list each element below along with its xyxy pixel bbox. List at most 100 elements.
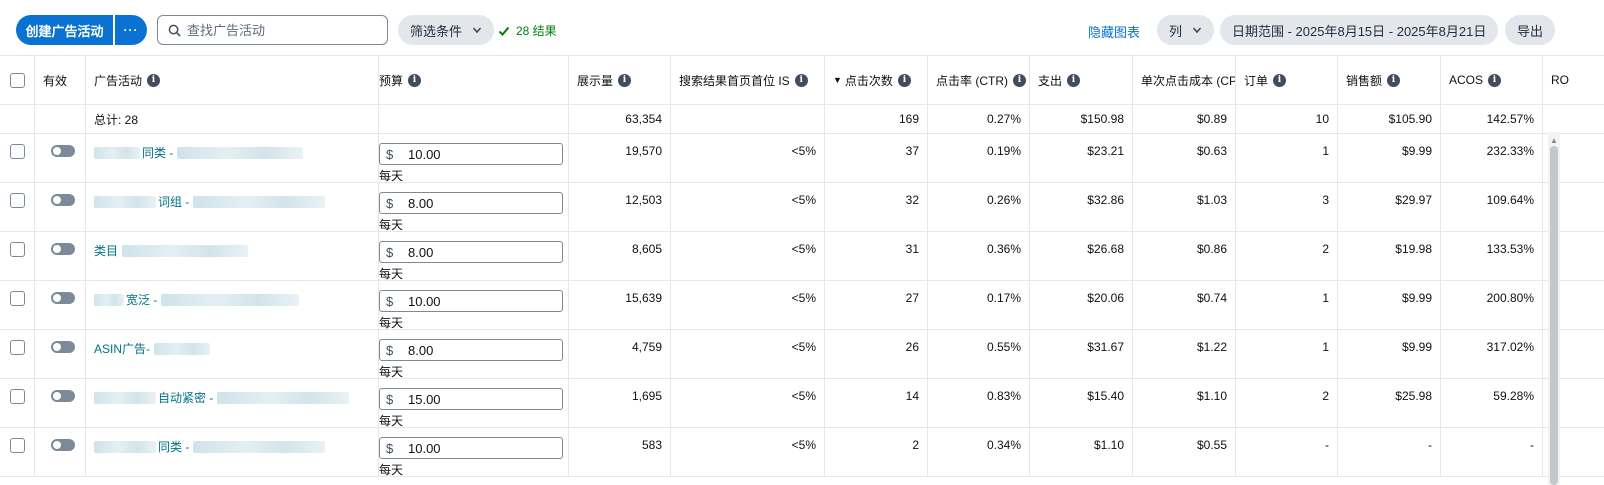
select-all-cell: [0, 56, 35, 104]
row-clicks: 37: [825, 134, 928, 182]
budget-input[interactable]: $ 8.00: [379, 192, 563, 214]
info-icon[interactable]: i: [147, 73, 161, 87]
budget-input[interactable]: $ 10.00: [379, 143, 563, 165]
budget-period: 每天: [379, 463, 404, 476]
row-impressions: 4,759: [569, 330, 671, 378]
active-toggle[interactable]: [51, 145, 75, 157]
check-icon: [498, 26, 510, 36]
campaign-name: 同类 -: [142, 146, 174, 160]
redacted-text: [161, 293, 300, 306]
table-row[interactable]: 同类 - $ 10.00 每天 19,570 <5% 37 0.19% $23.…: [0, 134, 1604, 183]
column-budget[interactable]: 预算 i: [379, 56, 569, 104]
row-impressions: 1,695: [569, 379, 671, 427]
row-budget-cell: $ 8.00 每天: [379, 232, 569, 280]
row-checkbox[interactable]: [9, 438, 25, 453]
create-campaign-button[interactable]: 创建广告活动: [16, 15, 113, 45]
active-toggle[interactable]: [51, 292, 75, 304]
column-clicks[interactable]: ▼ 点击次数 i: [825, 56, 928, 104]
budget-value: 15.00: [408, 391, 441, 407]
hide-chart-link[interactable]: 隐藏图表: [1088, 22, 1140, 41]
budget-value: 8.00: [408, 244, 434, 260]
active-toggle[interactable]: [51, 243, 75, 255]
columns-dropdown[interactable]: 列: [1157, 15, 1215, 45]
scroll-up-icon[interactable]: ▲: [1550, 136, 1558, 145]
table-row[interactable]: ASIN广告- $ 8.00 每天 4,759 <5% 26 0.55% $31…: [0, 330, 1604, 379]
table-row[interactable]: 同类 - $ 10.00 每天 583 <5% 2 0.34% $1.10 $0…: [0, 428, 1604, 477]
row-clicks: 27: [825, 281, 928, 329]
column-sales[interactable]: 销售额 i: [1338, 56, 1441, 104]
budget-input[interactable]: $ 8.00: [379, 241, 563, 263]
budget-input[interactable]: $ 10.00: [379, 437, 563, 459]
row-cpc: $1.22: [1133, 330, 1236, 378]
info-icon[interactable]: i: [618, 73, 632, 87]
select-all-checkbox[interactable]: [9, 72, 25, 88]
filter-label: 筛选条件: [410, 23, 463, 39]
column-cpc[interactable]: 单次点击成本 (CPC): [1133, 56, 1236, 104]
column-ctr[interactable]: 点击率 (CTR) i: [928, 56, 1030, 104]
active-toggle[interactable]: [51, 194, 75, 206]
info-icon[interactable]: i: [1273, 73, 1287, 87]
scrollbar-thumb[interactable]: [1550, 146, 1558, 485]
column-spend[interactable]: 支出 i: [1030, 56, 1133, 104]
row-checkbox[interactable]: [9, 340, 25, 355]
row-acos: 109.64%: [1441, 183, 1543, 231]
row-sales: $9.99: [1338, 330, 1441, 378]
column-acos[interactable]: ACOS i: [1441, 56, 1543, 104]
row-top-is: <5%: [671, 330, 825, 378]
row-spend: $26.68: [1030, 232, 1133, 280]
column-impressions[interactable]: 展示量 i: [569, 56, 671, 104]
table-row[interactable]: 词组 - $ 8.00 每天 12,503 <5% 32 0.26% $32.8…: [0, 183, 1604, 232]
redacted-text: [94, 391, 156, 404]
row-checkbox[interactable]: [9, 389, 25, 404]
row-orders: 2: [1236, 232, 1338, 280]
row-checkbox[interactable]: [9, 193, 25, 208]
column-roas[interactable]: RO: [1543, 56, 1604, 104]
table-row[interactable]: 自动紧密 - $ 15.00 每天 1,695 <5% 14 0.83% $15…: [0, 379, 1604, 428]
column-top-is[interactable]: 搜索结果首页首位 IS i: [671, 56, 825, 104]
export-button[interactable]: 导出: [1505, 15, 1556, 45]
campaign-link[interactable]: 同类 -: [94, 438, 326, 455]
active-toggle[interactable]: [51, 341, 75, 353]
column-ctr-label: 点击率 (CTR): [936, 73, 1008, 88]
info-icon[interactable]: i: [1013, 73, 1026, 87]
date-range-button[interactable]: 日期范围 - 2025年8月15日 - 2025年8月21日: [1220, 15, 1499, 45]
campaign-link[interactable]: 自动紧密 -: [94, 389, 350, 406]
column-orders[interactable]: 订单 i: [1236, 56, 1338, 104]
campaign-link[interactable]: 词组 -: [94, 193, 326, 210]
column-active[interactable]: 有效: [35, 56, 86, 104]
row-top-is: <5%: [671, 428, 825, 476]
more-actions-button[interactable]: ···: [115, 15, 147, 45]
table-row[interactable]: 宽泛 - $ 10.00 每天 15,639 <5% 27 0.17% $20.…: [0, 281, 1604, 330]
vertical-scrollbar[interactable]: ▲: [1548, 132, 1560, 485]
campaign-link[interactable]: 同类 -: [94, 144, 304, 161]
search-box[interactable]: [157, 15, 388, 45]
campaign-link[interactable]: ASIN广告-: [94, 340, 211, 357]
info-icon[interactable]: i: [1488, 73, 1502, 87]
active-toggle[interactable]: [51, 390, 75, 402]
row-spend: $23.21: [1030, 134, 1133, 182]
budget-input[interactable]: $ 8.00: [379, 339, 563, 361]
filter-dropdown[interactable]: 筛选条件: [398, 15, 495, 45]
budget-input[interactable]: $ 10.00: [379, 290, 563, 312]
column-campaign[interactable]: 广告活动 i: [86, 56, 379, 104]
row-top-is: <5%: [671, 183, 825, 231]
search-input[interactable]: [187, 22, 377, 38]
info-icon[interactable]: i: [897, 73, 911, 87]
row-checkbox[interactable]: [9, 144, 25, 159]
row-ctr: 0.55%: [928, 330, 1030, 378]
table-row[interactable]: 类目 $ 8.00 每天 8,605 <5% 31 0.36% $26.68 $…: [0, 232, 1604, 281]
campaign-link[interactable]: 类目: [94, 242, 249, 259]
row-acos: 200.80%: [1441, 281, 1543, 329]
row-budget-cell: $ 8.00 每天: [379, 330, 569, 378]
row-cpc: $1.10: [1133, 379, 1236, 427]
budget-input[interactable]: $ 15.00: [379, 388, 563, 410]
campaign-link[interactable]: 宽泛 -: [94, 291, 300, 308]
active-toggle[interactable]: [51, 439, 75, 451]
info-icon[interactable]: i: [1387, 73, 1401, 87]
row-checkbox[interactable]: [9, 291, 25, 306]
info-icon[interactable]: i: [408, 73, 422, 87]
row-impressions: 8,605: [569, 232, 671, 280]
info-icon[interactable]: i: [794, 73, 808, 87]
row-checkbox[interactable]: [9, 242, 25, 257]
info-icon[interactable]: i: [1067, 73, 1081, 87]
